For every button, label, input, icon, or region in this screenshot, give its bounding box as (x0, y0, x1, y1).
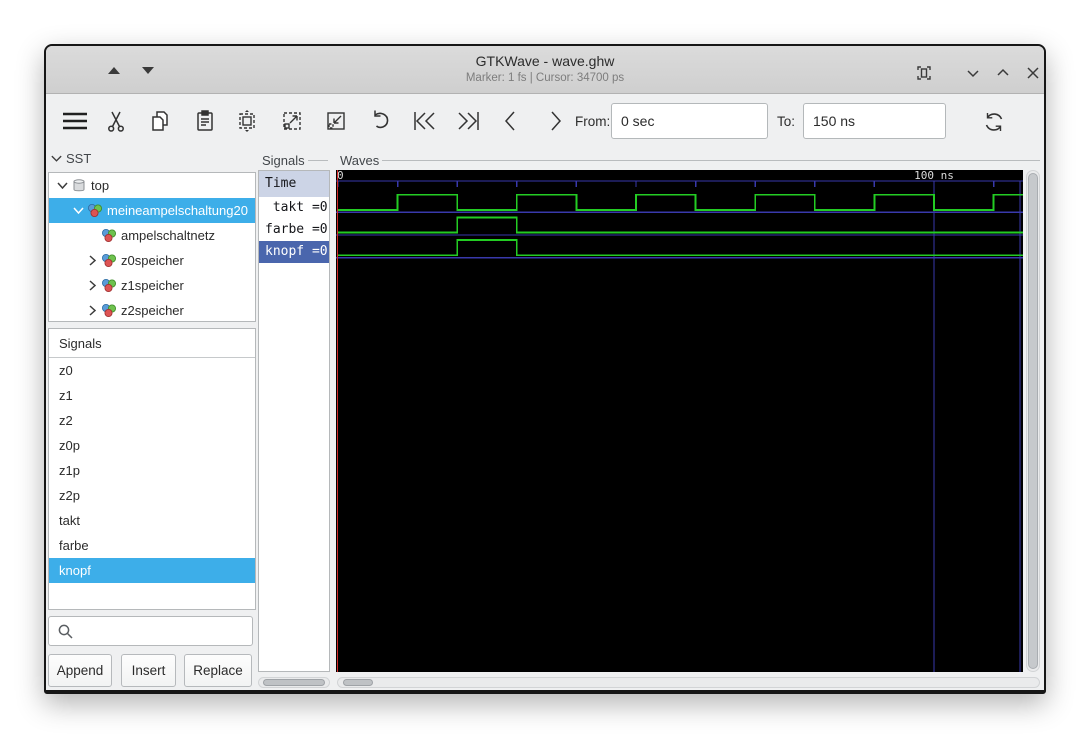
shade-down-icon[interactable] (963, 63, 983, 83)
search-icon (58, 624, 73, 639)
paste-icon[interactable] (192, 108, 218, 134)
module-icon (88, 204, 102, 217)
tree-row-label: top (91, 178, 110, 193)
tree-row-label: z2speicher (121, 303, 184, 318)
tree-row-top[interactable]: top (49, 173, 255, 198)
values-panel-header: Signals (262, 152, 328, 168)
signal-item-takt[interactable]: takt (49, 508, 255, 533)
to-input[interactable] (803, 103, 946, 139)
to-label: To: (777, 114, 796, 129)
tree-row-label: z0speicher (121, 253, 184, 268)
marker-cursor-status: Marker: 1 fs | Cursor: 34700 ps (465, 72, 625, 84)
titlebar-down-icon[interactable] (142, 67, 154, 74)
close-icon[interactable] (1023, 63, 1043, 83)
replace-button[interactable]: Replace (184, 654, 252, 687)
signal-item-z2[interactable]: z2 (49, 408, 255, 433)
shade-up-icon[interactable] (993, 63, 1013, 83)
titlebar[interactable]: GTKWave - wave.ghw Marker: 1 fs | Cursor… (46, 46, 1044, 94)
sst-header[interactable]: SST (50, 150, 250, 166)
fullscreen-icon[interactable] (914, 63, 934, 83)
module-icon (102, 254, 116, 267)
waves-panel-label: Waves (340, 152, 380, 168)
time-column-header[interactable]: Time (259, 171, 329, 197)
value-row-farbe[interactable]: farbe =0 (259, 219, 329, 241)
values-panel-label: Signals (262, 152, 305, 168)
waves-vscrollbar-thumb[interactable] (1028, 173, 1038, 669)
chevron-down-icon[interactable] (55, 178, 70, 193)
no-expander (85, 228, 100, 243)
search-input[interactable] (79, 618, 247, 644)
zoom-fit-icon[interactable] (234, 108, 260, 134)
signal-item-z1p[interactable]: z1p (49, 458, 255, 483)
tree-row-label: meineampelschaltung20 (107, 203, 248, 218)
signal-values: takt =0 farbe =0 knopf =0 (259, 197, 329, 263)
sst-label: SST (66, 150, 92, 166)
from-label: From: (575, 114, 611, 129)
signal-item-z1[interactable]: z1 (49, 383, 255, 408)
from-input[interactable] (611, 103, 768, 139)
module-icon (102, 229, 116, 242)
tree-row-meineampelschaltung20[interactable]: meineampelschaltung20 (49, 198, 255, 223)
wave-background[interactable] (336, 170, 1023, 672)
signals-list-box: Signals z0 z1 z2 z0p z1p z2p takt farbe knopf (48, 328, 256, 610)
sst-tree: top meineampelschaltung20 ampelschaltnetz z… (48, 172, 256, 322)
timeline-label: 100 ns (914, 170, 954, 182)
chevron-down-icon (51, 155, 62, 162)
value-row-takt[interactable]: takt =0 (259, 197, 329, 219)
zoom-out-icon[interactable] (323, 108, 349, 134)
module-icon (102, 304, 116, 317)
values-box: Time takt =0 farbe =0 knopf =0 (258, 170, 330, 672)
tree-row-z1speicher[interactable]: z1speicher (49, 273, 255, 298)
append-button[interactable]: Append (48, 654, 112, 687)
values-hscrollbar[interactable] (258, 677, 330, 688)
signal-item-knopf[interactable]: knopf (49, 558, 255, 583)
tree-row-z2speicher[interactable]: z2speicher (49, 298, 255, 321)
signal-item-z0[interactable]: z0 (49, 358, 255, 383)
toolbar: From: To: (46, 94, 1044, 148)
menu-icon[interactable] (59, 107, 87, 133)
chevron-right-icon[interactable] (85, 303, 100, 318)
titlebar-up-icon[interactable] (108, 67, 120, 74)
goto-end-icon[interactable] (453, 108, 479, 134)
reload-icon[interactable] (980, 108, 1006, 134)
chevron-down-icon[interactable] (71, 203, 86, 218)
waves-vscrollbar[interactable] (1026, 170, 1040, 672)
signal-item-z2p[interactable]: z2p (49, 483, 255, 508)
tree-row-label: z1speicher (121, 278, 184, 293)
copy-icon[interactable] (147, 108, 173, 134)
waves-hscrollbar[interactable] (337, 677, 1040, 688)
insert-button[interactable]: Insert (121, 654, 176, 687)
chevron-right-icon[interactable] (85, 253, 100, 268)
zoom-in-icon[interactable] (279, 108, 305, 134)
signal-item-z0p[interactable]: z0p (49, 433, 255, 458)
waves-hscrollbar-thumb[interactable] (343, 679, 373, 686)
value-row-knopf[interactable]: knopf =0 (259, 241, 329, 263)
window-title: GTKWave - wave.ghw (475, 53, 615, 69)
wave-canvas[interactable]: 0 100 ns (336, 170, 1023, 672)
tree-row-label: ampelschaltnetz (121, 228, 215, 243)
values-hscrollbar-thumb[interactable] (263, 679, 325, 686)
cut-icon[interactable] (103, 108, 129, 134)
main-area: SST top meineampelschaltung20 ampelschaltn… (46, 148, 1044, 690)
signals-list-header[interactable]: Signals (49, 329, 255, 358)
move-left-icon[interactable] (498, 108, 524, 134)
tree-row-ampelschaltnetz[interactable]: ampelschaltnetz (49, 223, 255, 248)
tree-row-z0speicher[interactable]: z0speicher (49, 248, 255, 273)
move-right-icon[interactable] (542, 108, 568, 134)
undo-icon[interactable] (367, 108, 393, 134)
chevron-right-icon[interactable] (85, 278, 100, 293)
signals-list: z0 z1 z2 z0p z1p z2p takt farbe knopf (49, 358, 255, 583)
database-icon (73, 179, 85, 192)
goto-start-icon[interactable] (410, 108, 436, 134)
signal-item-farbe[interactable]: farbe (49, 533, 255, 558)
waves-panel-header: Waves (340, 152, 1040, 168)
gtkwave-window: GTKWave - wave.ghw Marker: 1 fs | Cursor… (44, 44, 1046, 694)
signal-search-box (48, 616, 253, 646)
module-icon (102, 279, 116, 292)
